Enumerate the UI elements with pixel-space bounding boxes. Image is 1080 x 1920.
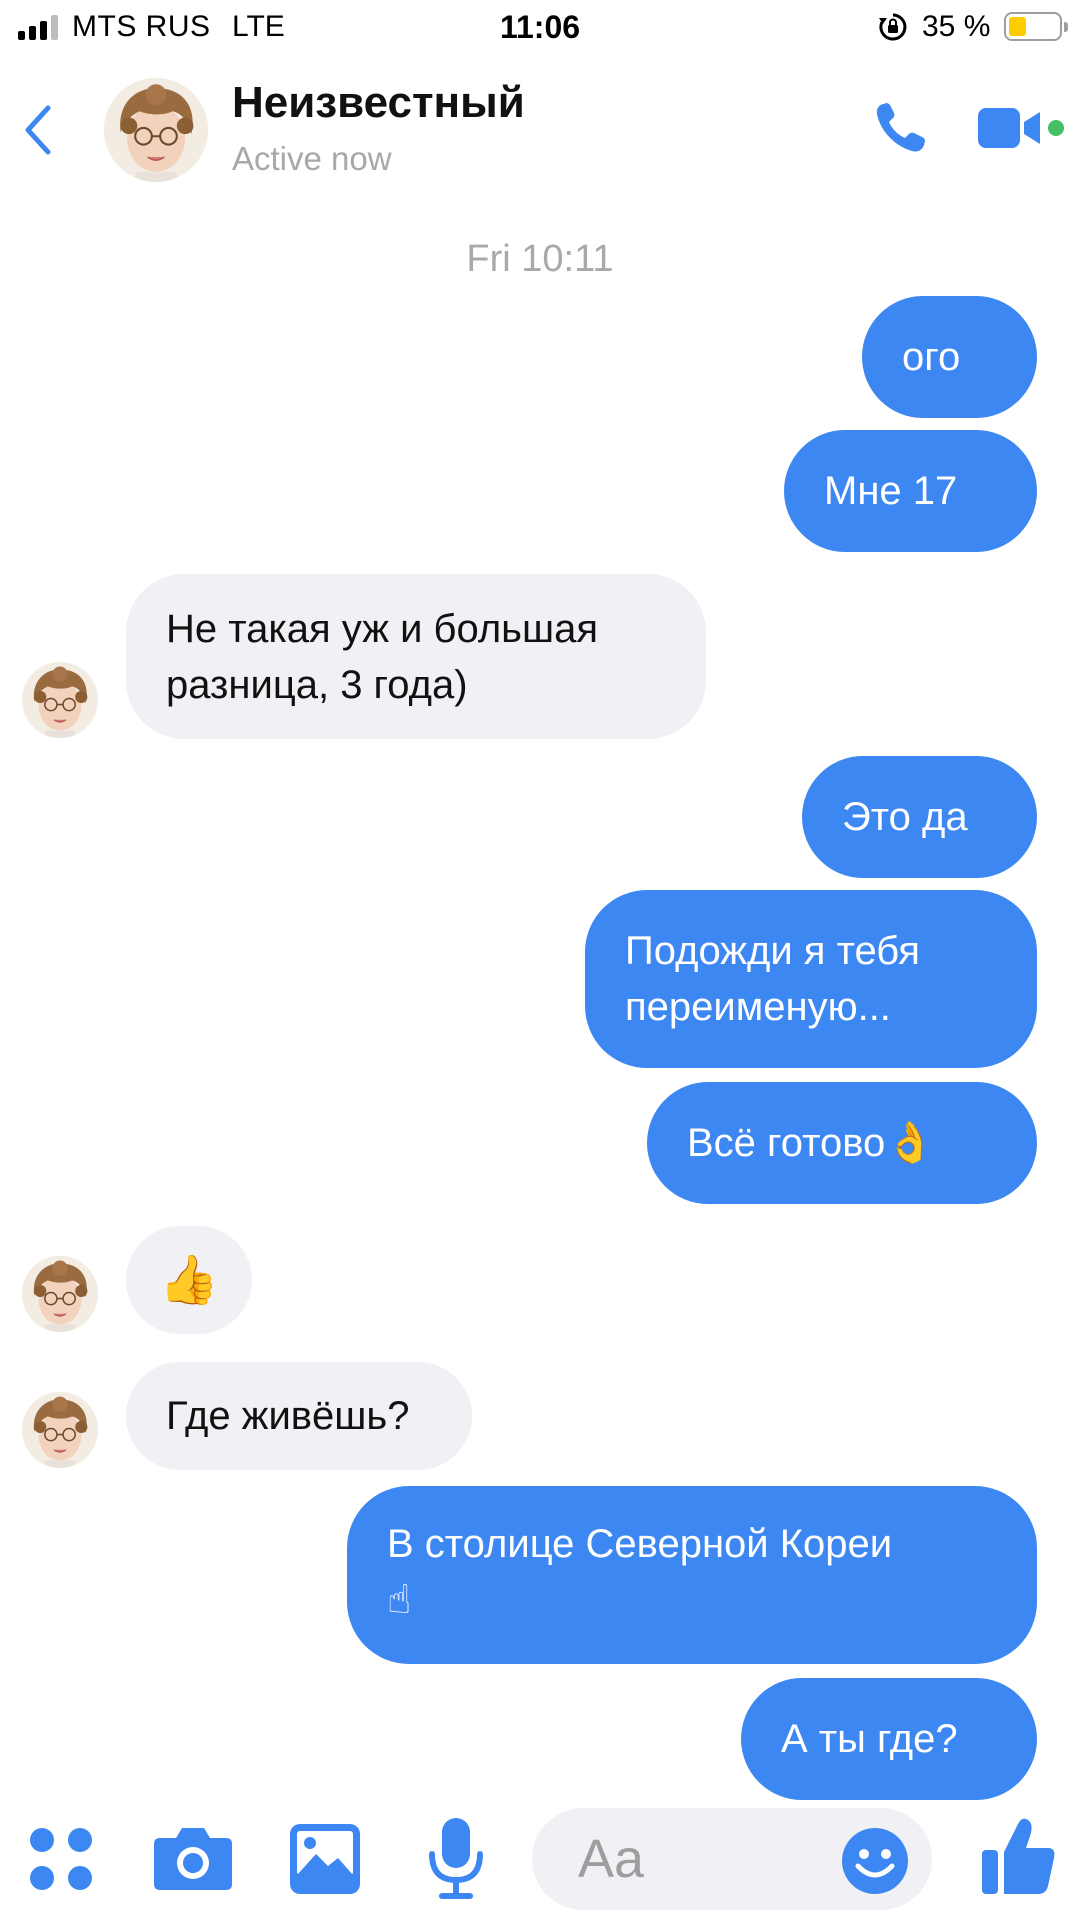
apps-grid-icon[interactable]	[28, 1826, 94, 1892]
camera-icon[interactable]	[154, 1824, 232, 1892]
message-timestamp: Fri 10:11	[466, 238, 614, 280]
message-incoming[interactable]: Не такая уж и большая разница, 3 года)	[126, 574, 706, 739]
message-text: ого	[902, 335, 961, 379]
microphone-icon[interactable]	[428, 1818, 484, 1900]
phone-icon[interactable]	[870, 98, 930, 158]
pointing-up-emoji: ☝	[387, 1577, 412, 1623]
video-camera-icon[interactable]	[978, 106, 1042, 150]
message-text: Где живёшь?	[166, 1394, 410, 1438]
message-input-field[interactable]	[532, 1808, 932, 1910]
ok-hand-emoji: 👌	[885, 1120, 936, 1166]
message-text: Всё готово	[687, 1121, 886, 1165]
rotation-lock-icon	[879, 13, 907, 41]
chevron-left-icon[interactable]	[18, 102, 58, 158]
message-incoming[interactable]: 👍	[126, 1226, 252, 1334]
sender-avatar[interactable]	[22, 1392, 98, 1468]
message-composer	[0, 1800, 1080, 1920]
contact-name[interactable]: Неизвестный	[232, 78, 525, 128]
emoji-smiley-icon[interactable]	[842, 1828, 908, 1894]
battery-icon	[1004, 12, 1068, 41]
thumbs-up-emoji: 👍	[159, 1252, 219, 1308]
message-outgoing[interactable]: Подожди я тебя переименую...	[585, 890, 1037, 1068]
sender-avatar[interactable]	[22, 662, 98, 738]
message-text: Это да	[842, 795, 968, 839]
message-text: Мне 17	[824, 469, 958, 513]
message-outgoing[interactable]: А ты где?	[741, 1678, 1037, 1800]
clock: 11:06	[499, 9, 581, 45]
message-outgoing[interactable]: ого	[862, 296, 1037, 418]
conversation-header: Неизвестный Active now	[0, 60, 1080, 190]
message-outgoing[interactable]: В столице Северной Кореи ☝	[347, 1486, 1037, 1664]
battery-percentage: 35 %	[922, 10, 991, 43]
status-bar: MTS RUS LTE 11:06 35 %	[0, 0, 1080, 56]
message-outgoing[interactable]: Это да	[802, 756, 1037, 878]
message-text: В столице Северной Кореи	[387, 1522, 893, 1566]
message-outgoing[interactable]: Мне 17	[784, 430, 1037, 552]
message-text: Не такая уж и большая разница, 3 года)	[166, 606, 598, 707]
message-text: А ты где?	[781, 1717, 958, 1761]
sender-avatar[interactable]	[22, 1256, 98, 1332]
message-outgoing[interactable]: Всё готово 👌	[647, 1082, 1037, 1204]
message-input[interactable]	[578, 1826, 838, 1892]
online-indicator	[1048, 120, 1064, 136]
photo-gallery-icon[interactable]	[290, 1824, 360, 1894]
message-text: Подожди я тебя переименую...	[625, 929, 920, 1029]
contact-avatar[interactable]	[104, 78, 208, 182]
thumbs-up-icon[interactable]	[982, 1816, 1056, 1896]
message-incoming[interactable]: Где живёшь?	[126, 1362, 472, 1470]
contact-status: Active now	[232, 140, 392, 177]
